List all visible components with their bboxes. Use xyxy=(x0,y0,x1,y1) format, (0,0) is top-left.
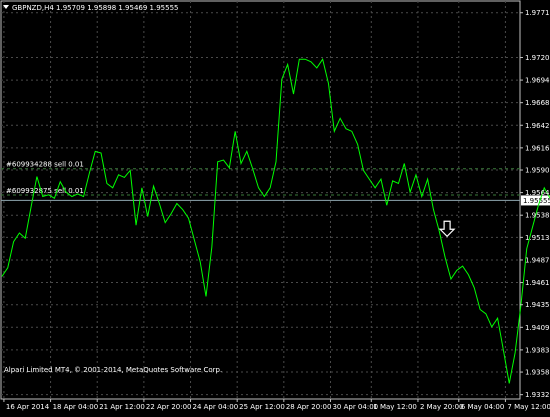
x-tick-label: 18 Apr 04:00 xyxy=(53,403,99,411)
y-tick-label: 1.93835 xyxy=(525,346,550,354)
x-tick-label: 16 Apr 2014 xyxy=(6,403,50,411)
order-lines: #609934288 sell 0.01 #609932875 sell 0.01 xyxy=(1,161,520,196)
x-tick-label: 2 May 20:00 xyxy=(420,403,464,411)
y-tick-label: 1.96420 xyxy=(525,122,550,130)
order-label: #609934288 sell 0.01 xyxy=(6,161,84,169)
y-tick-label: 1.97200 xyxy=(525,54,550,62)
chart-header: GBPNZD,H4 1.95709 1.95898 1.95469 1.9555… xyxy=(3,4,179,12)
x-tick-label: 28 Apr 20:00 xyxy=(286,403,332,411)
y-tick-label: 1.97715 xyxy=(525,9,550,17)
x-tick-label: 24 Apr 04:00 xyxy=(193,403,239,411)
x-tick-label: 1 May 12:00 xyxy=(373,403,417,411)
y-tick-label: 1.94095 xyxy=(525,324,550,332)
x-tick-label: 22 Apr 20:00 xyxy=(146,403,192,411)
order-label: #609932875 sell 0.01 xyxy=(6,187,84,195)
y-tick-label: 1.93320 xyxy=(525,391,550,399)
price-chart[interactable]: #609934288 sell 0.01 #609932875 sell 0.01… xyxy=(0,0,550,413)
y-tick-label: 1.94610 xyxy=(525,279,550,287)
y-tick-label: 1.96940 xyxy=(525,77,550,85)
down-arrow-icon-shape xyxy=(438,220,456,238)
price-series-line xyxy=(1,57,550,384)
x-tick-label: 30 Apr 04:00 xyxy=(332,403,378,411)
chart-window[interactable]: #609934288 sell 0.01 #609932875 sell 0.01… xyxy=(0,0,550,413)
symbol-info: GBPNZD,H4 1.95709 1.95898 1.95469 1.9555… xyxy=(12,4,179,12)
y-tick-label: 1.95645 xyxy=(525,189,550,197)
y-tick-label: 1.95905 xyxy=(525,167,550,175)
copyright-text: Alpari Limited MT4, © 2001-2014, MetaQuo… xyxy=(4,366,222,374)
current-price-label: 1.95555 xyxy=(523,197,550,205)
time-axis[interactable]: 16 Apr 2014 18 Apr 04:00 21 Apr 12:00 22 Ap… xyxy=(3,399,550,411)
y-tick-label: 1.96160 xyxy=(525,144,550,152)
down-arrow-icon xyxy=(438,220,456,238)
y-tick-label: 1.95130 xyxy=(525,234,550,242)
x-tick-label: 6 May 04:00 xyxy=(461,403,505,411)
y-tick-label: 1.96680 xyxy=(525,99,550,107)
y-tick-label: 1.94355 xyxy=(525,301,550,309)
x-tick-label: 25 Apr 12:00 xyxy=(239,403,285,411)
x-tick-label: 7 May 12:00 xyxy=(507,403,550,411)
y-tick-label: 1.94870 xyxy=(525,256,550,264)
x-tick-label: 21 Apr 12:00 xyxy=(99,403,145,411)
y-tick-label: 1.93580 xyxy=(525,369,550,377)
y-tick-label: 1.95385 xyxy=(525,212,550,220)
